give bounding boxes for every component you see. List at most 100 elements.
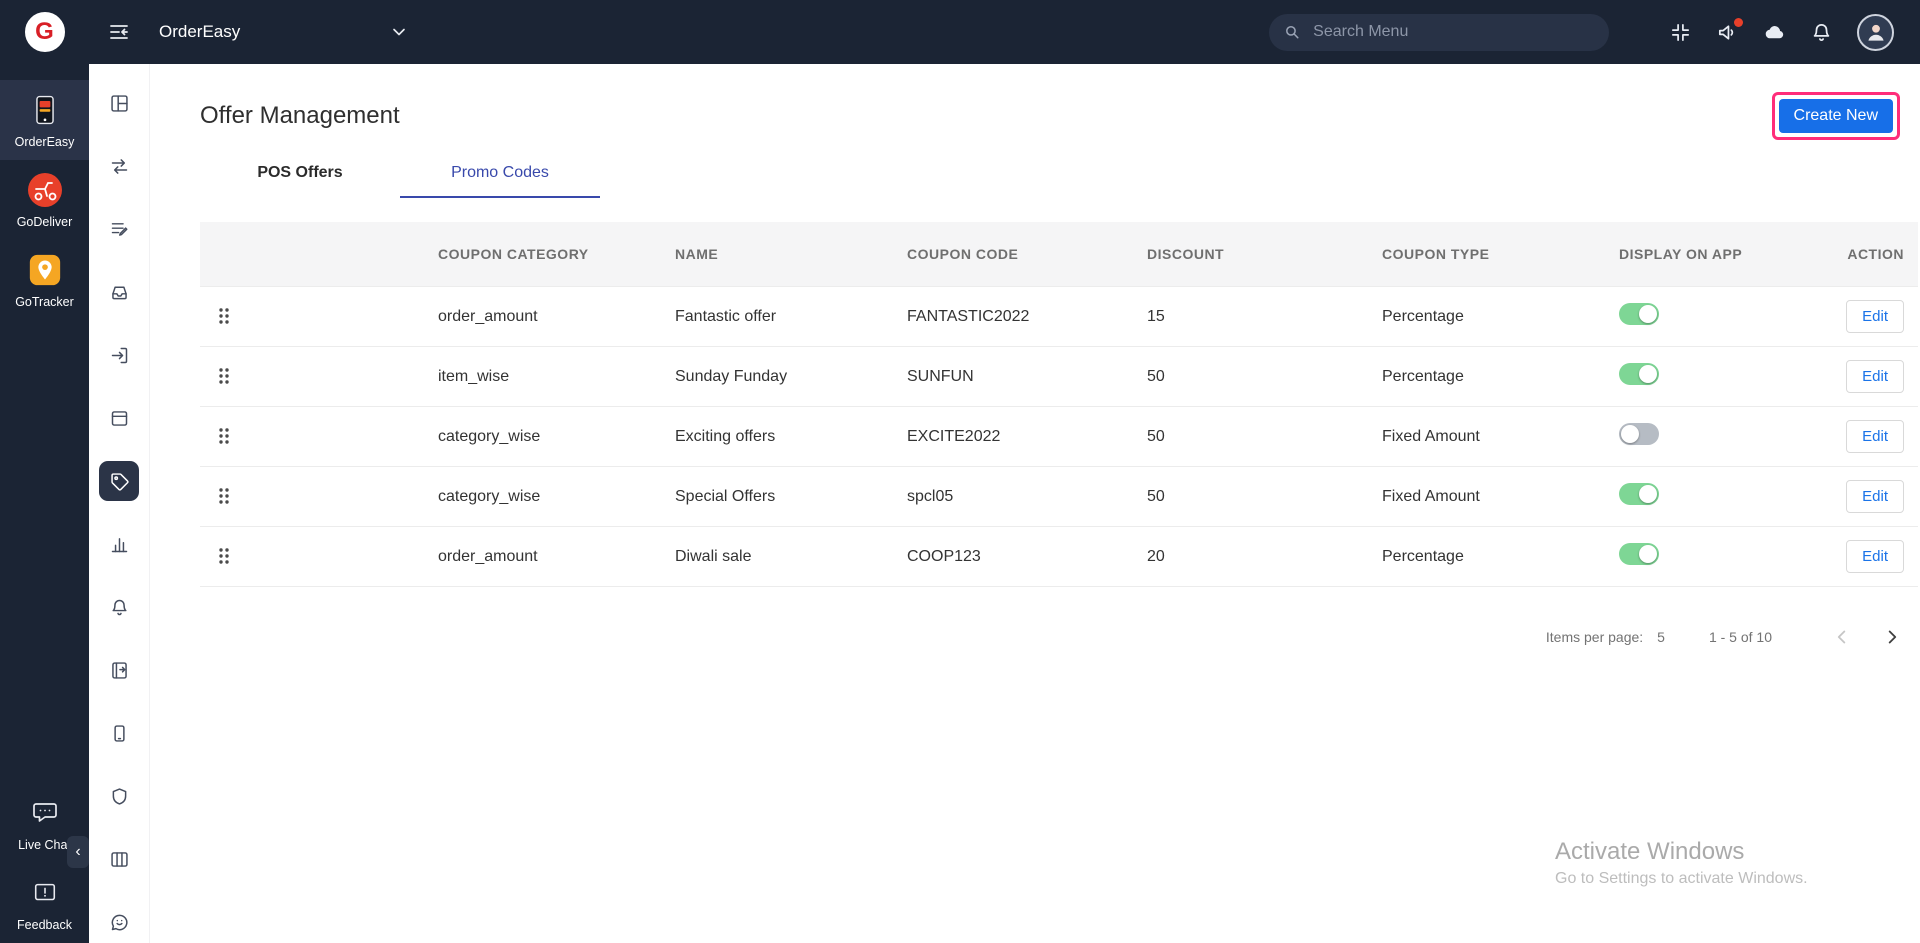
header-coupon-code: COUPON CODE	[907, 246, 1147, 262]
offers-tag-icon[interactable]	[99, 461, 139, 501]
header-action: ACTION	[1840, 246, 1918, 262]
page-title: Offer Management	[200, 102, 400, 130]
cell-coupon-type: Percentage	[1382, 308, 1619, 326]
mobile-icon[interactable]	[99, 713, 139, 753]
ordereasy-app-icon	[26, 91, 64, 129]
create-new-button[interactable]: Create New	[1779, 99, 1893, 133]
layout-icon[interactable]	[99, 839, 139, 879]
cell-coupon-category: item_wise	[438, 368, 675, 386]
table-row: order_amount Fantastic offer FANTASTIC20…	[200, 287, 1918, 347]
cell-coupon-type: Percentage	[1382, 368, 1619, 386]
cloud-icon[interactable]	[1763, 21, 1786, 44]
topbar-icons	[1669, 14, 1894, 51]
previous-page-button[interactable]	[1828, 623, 1856, 651]
chevron-down-icon	[389, 22, 409, 42]
drag-handle-icon[interactable]	[214, 363, 234, 389]
ledger-icon[interactable]	[99, 650, 139, 690]
search-box[interactable]	[1269, 14, 1609, 51]
screen: G OrderEasy	[0, 0, 1920, 943]
edit-button[interactable]: Edit	[1846, 300, 1904, 333]
app-item-label: OrderEasy	[15, 135, 75, 149]
drag-handle-icon[interactable]	[214, 303, 234, 329]
notification-dot	[1734, 18, 1743, 27]
app-item-label: Live Chat	[18, 838, 71, 852]
avatar[interactable]	[1857, 14, 1894, 51]
edit-button[interactable]: Edit	[1846, 420, 1904, 453]
app-rail: OrderEasy GoDeliver GoTracker Live Cha	[0, 64, 89, 943]
reports-icon[interactable]	[99, 524, 139, 564]
cell-coupon-category: order_amount	[438, 548, 675, 566]
feedback-icon	[26, 874, 64, 912]
transfer-icon[interactable]	[99, 146, 139, 186]
promo-codes-table: COUPON CATEGORY NAME COUPON CODE DISCOUN…	[200, 222, 1918, 587]
fullscreen-icon[interactable]	[1669, 21, 1692, 44]
checkout-icon[interactable]	[99, 335, 139, 375]
tab-pos-offers[interactable]: POS Offers	[200, 152, 400, 198]
logo-wrap: G	[0, 12, 89, 52]
display-on-app-toggle[interactable]	[1619, 363, 1659, 385]
toggle-knob	[1639, 365, 1657, 383]
cell-coupon-type: Fixed Amount	[1382, 488, 1619, 506]
app-item-ordereasy[interactable]: OrderEasy	[0, 80, 89, 160]
cell-coupon-category: category_wise	[438, 488, 675, 506]
next-page-button[interactable]	[1878, 623, 1906, 651]
display-on-app-toggle[interactable]	[1619, 483, 1659, 505]
cell-name: Sunday Funday	[675, 368, 907, 386]
search-icon	[1283, 22, 1301, 42]
app-item-gotracker[interactable]: GoTracker	[0, 240, 89, 320]
items-per-page-value[interactable]: 5	[1657, 629, 1665, 645]
pagination: Items per page: 5 1 - 5 of 10	[200, 623, 1918, 651]
cell-name: Exciting offers	[675, 428, 907, 446]
cell-coupon-code: FANTASTIC2022	[907, 308, 1147, 326]
app-item-label: GoTracker	[15, 295, 74, 309]
nav-rail	[89, 64, 150, 943]
cell-coupon-type: Fixed Amount	[1382, 428, 1619, 446]
orders-icon[interactable]	[99, 209, 139, 249]
edit-button[interactable]: Edit	[1846, 360, 1904, 393]
tab-promo-codes[interactable]: Promo Codes	[400, 152, 600, 198]
search-input[interactable]	[1311, 22, 1595, 42]
header-coupon-type: COUPON TYPE	[1382, 246, 1619, 262]
alerts-icon[interactable]	[99, 587, 139, 627]
godeliver-app-icon	[26, 171, 64, 209]
cell-coupon-type: Percentage	[1382, 548, 1619, 566]
display-on-app-toggle[interactable]	[1619, 303, 1659, 325]
drag-handle-icon[interactable]	[214, 483, 234, 509]
rail-spacer	[0, 320, 89, 783]
items-per-page-label: Items per page:	[1546, 629, 1643, 645]
cell-discount: 50	[1147, 368, 1382, 386]
edit-button[interactable]: Edit	[1846, 540, 1904, 573]
chat-icon[interactable]	[99, 902, 139, 942]
announcement-icon[interactable]	[1716, 21, 1739, 44]
page-header: Offer Management Create New	[175, 92, 1920, 140]
dashboard-icon[interactable]	[99, 83, 139, 123]
topbar: G OrderEasy	[0, 0, 1920, 64]
display-on-app-toggle[interactable]	[1619, 543, 1659, 565]
table-header-row: COUPON CATEGORY NAME COUPON CODE DISCOUN…	[200, 222, 1918, 287]
table-row: category_wise Special Offers spcl05 50 F…	[200, 467, 1918, 527]
drag-handle-icon[interactable]	[214, 543, 234, 569]
drag-handle-icon[interactable]	[214, 423, 234, 449]
header-discount: DISCOUNT	[1147, 246, 1382, 262]
security-icon[interactable]	[99, 776, 139, 816]
edit-button[interactable]: Edit	[1846, 480, 1904, 513]
cell-discount: 50	[1147, 428, 1382, 446]
toggle-knob	[1639, 485, 1657, 503]
app-switcher-label: OrderEasy	[159, 22, 240, 42]
app-item-godeliver[interactable]: GoDeliver	[0, 160, 89, 240]
table-row: category_wise Exciting offers EXCITE2022…	[200, 407, 1918, 467]
inbox-icon[interactable]	[99, 272, 139, 312]
notifications-bell-icon[interactable]	[1810, 21, 1833, 44]
app-item-feedback[interactable]: Feedback	[0, 863, 89, 943]
display-on-app-toggle[interactable]	[1619, 423, 1659, 445]
cell-discount: 15	[1147, 308, 1382, 326]
card-icon[interactable]	[99, 398, 139, 438]
sidebar-toggle-icon[interactable]	[107, 20, 131, 44]
app-item-label: GoDeliver	[17, 215, 73, 229]
pagination-range: 1 - 5 of 10	[1709, 629, 1772, 645]
rail-collapse-button[interactable]: ‹	[67, 836, 89, 868]
toggle-knob	[1621, 425, 1639, 443]
app-switcher[interactable]: OrderEasy	[159, 22, 409, 42]
cell-coupon-code: spcl05	[907, 488, 1147, 506]
cell-discount: 50	[1147, 488, 1382, 506]
